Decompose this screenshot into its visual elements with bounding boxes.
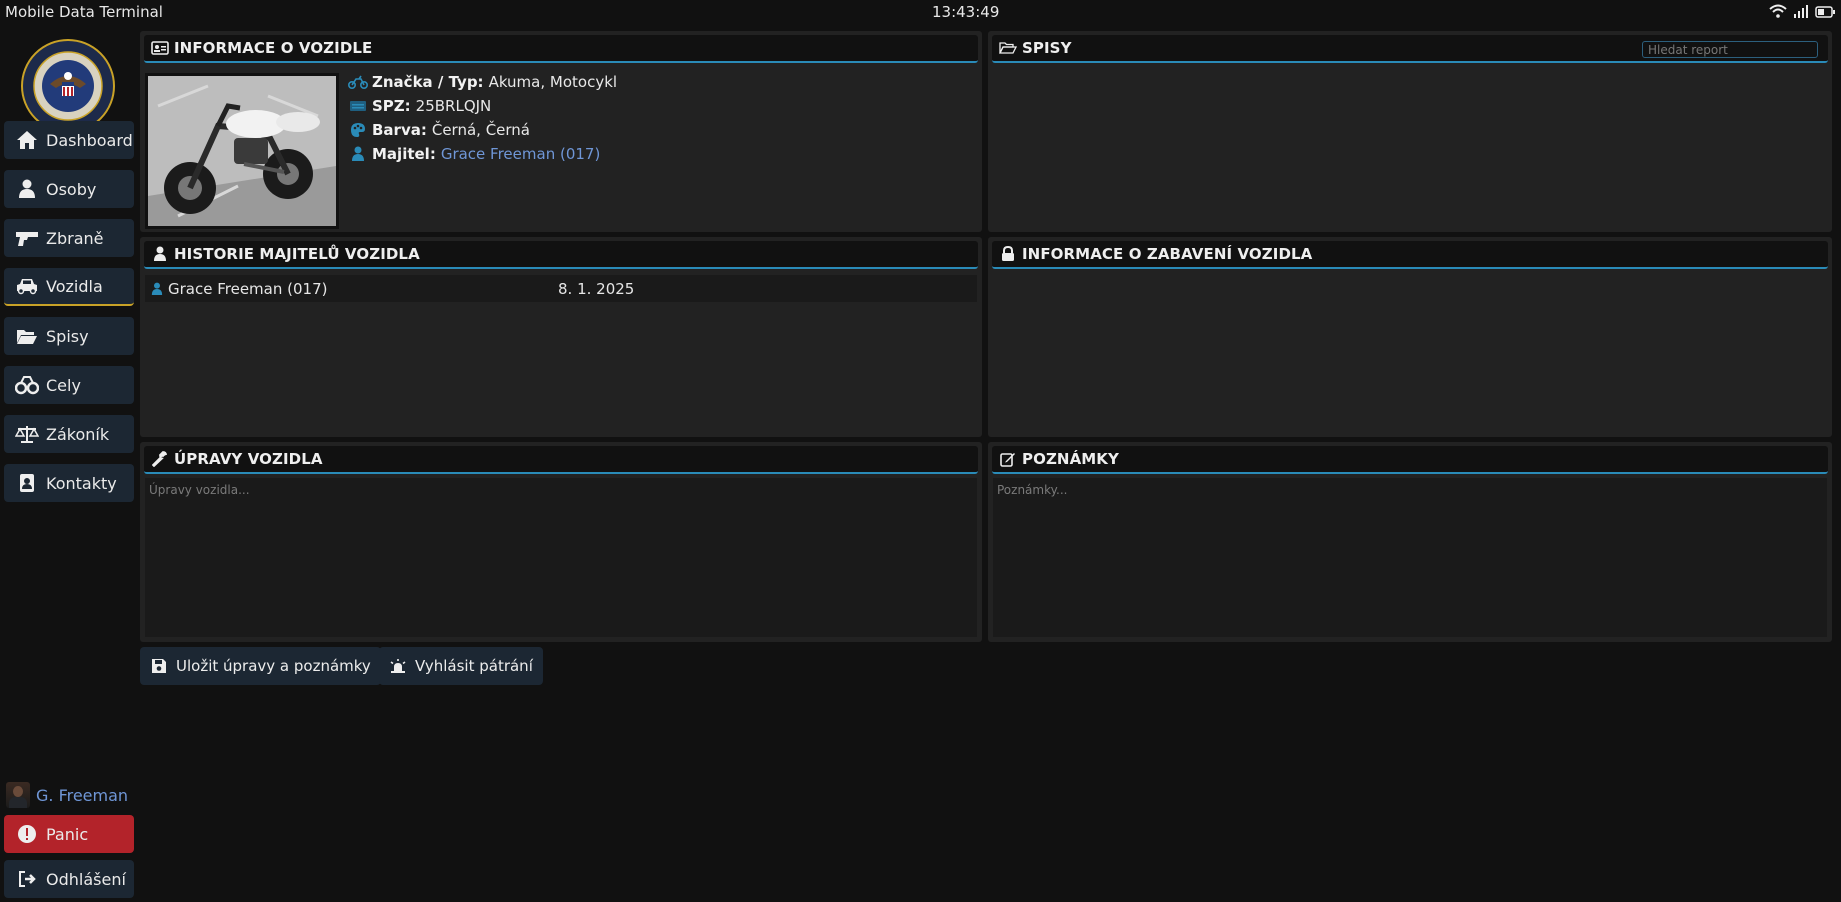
nav-label: Cely: [46, 375, 81, 395]
logout-button[interactable]: Odhlášení: [4, 860, 134, 898]
nav-label: Vozidla: [46, 276, 103, 296]
logout-label: Odhlášení: [46, 869, 126, 889]
info-value: Akuma, Motocykl: [488, 73, 618, 91]
vehicle-photo: [145, 73, 339, 229]
car-icon: [15, 274, 39, 298]
nav-label: Dashboard: [46, 130, 133, 150]
save-icon: [150, 657, 168, 675]
panel-title: INFORMACE O ZABAVENÍ VOZIDLA: [1022, 245, 1313, 263]
siren-icon: [389, 657, 407, 675]
nav-label: Zbraně: [46, 228, 104, 248]
contact-book-icon: [15, 471, 39, 495]
save-button[interactable]: Uložit úpravy a poznámky: [140, 647, 381, 685]
gun-icon: [15, 226, 39, 250]
app-title: Mobile Data Terminal: [5, 3, 163, 21]
nav-label: Spisy: [46, 326, 89, 346]
scale-icon: [15, 422, 39, 446]
nav-cely[interactable]: Cely: [4, 366, 134, 404]
nav-osoby[interactable]: Osoby: [4, 170, 134, 208]
current-user[interactable]: G. Freeman: [6, 782, 128, 808]
panic-button[interactable]: Panic: [4, 815, 134, 853]
alert-icon: [15, 822, 39, 846]
info-row-color: Barva: Černá, Černá: [348, 118, 617, 142]
wanted-label: Vyhlásit pátrání: [415, 657, 533, 675]
palette-icon: [348, 121, 368, 139]
impound-panel: INFORMACE O ZABAVENÍ VOZIDLA: [988, 237, 1832, 437]
nav-vozidla[interactable]: Vozidla: [4, 268, 134, 306]
info-label: Barva:: [372, 121, 427, 139]
panel-title: HISTORIE MAJITELŮ VOZIDLA: [174, 245, 420, 263]
signal-icon: [1793, 4, 1809, 22]
panel-header: INFORMACE O ZABAVENÍ VOZIDLA: [992, 241, 1828, 269]
person-icon: [148, 282, 166, 296]
modifications-textarea[interactable]: [145, 478, 977, 637]
edit-icon: [999, 450, 1017, 468]
nav-zbrane[interactable]: Zbraně: [4, 219, 134, 257]
person-icon: [348, 145, 368, 163]
info-value: Černá, Černá: [431, 121, 531, 139]
nav-label: Zákoník: [46, 424, 110, 444]
motorcycle-icon: [348, 73, 368, 91]
license-plate-icon: [348, 97, 368, 115]
panel-header: SPISY: [992, 35, 1828, 63]
reports-panel: SPISY: [988, 31, 1832, 232]
info-row-owner: Majitel: Grace Freeman (017): [348, 142, 617, 166]
owner-date: 8. 1. 2025: [558, 279, 635, 298]
panel-title: ÚPRAVY VOZIDLA: [174, 450, 323, 468]
person-icon: [15, 177, 39, 201]
battery-icon: [1815, 4, 1835, 22]
owner-name: Grace Freeman (017): [168, 279, 328, 298]
sidebar: Dashboard Osoby Zbraně Vozidla Spisy Cel…: [0, 32, 136, 902]
person-icon: [151, 245, 169, 263]
owner-link[interactable]: Grace Freeman (017): [441, 145, 600, 163]
modifications-panel: ÚPRAVY VOZIDLA: [140, 442, 982, 642]
info-row-make-type: Značka / Typ: Akuma, Motocykl: [348, 70, 617, 94]
lspd-logo: [20, 38, 116, 134]
owner-history-panel: HISTORIE MAJITELŮ VOZIDLA Grace Freeman …: [140, 237, 982, 437]
nav-label: Kontakty: [46, 473, 117, 493]
info-label: Majitel:: [372, 145, 436, 163]
table-row[interactable]: Grace Freeman (017) 8. 1. 2025: [145, 275, 977, 302]
clock: 13:43:49: [932, 3, 1000, 21]
panic-label: Panic: [46, 824, 89, 844]
folder-open-icon: [999, 39, 1017, 57]
wanted-button[interactable]: Vyhlásit pátrání: [379, 647, 543, 685]
save-label: Uložit úpravy a poznámky: [176, 657, 371, 675]
panel-title: SPISY: [1022, 39, 1072, 57]
home-icon: [15, 128, 39, 152]
vehicle-info-rows: Značka / Typ: Akuma, Motocykl SPZ: 25BRL…: [348, 70, 617, 166]
info-label: SPZ:: [372, 97, 411, 115]
info-label: Značka / Typ:: [372, 73, 484, 91]
lock-icon: [999, 245, 1017, 263]
info-row-plate: SPZ: 25BRLQJN: [348, 94, 617, 118]
logout-icon: [15, 867, 39, 891]
user-name: G. Freeman: [36, 785, 129, 805]
nav-label: Osoby: [46, 179, 97, 199]
avatar: [6, 782, 30, 808]
panel-header: ÚPRAVY VOZIDLA: [144, 446, 978, 474]
notes-textarea[interactable]: [993, 478, 1827, 637]
report-search-input[interactable]: [1642, 41, 1818, 58]
nav-spisy[interactable]: Spisy: [4, 317, 134, 355]
vehicle-info-panel: INFORMACE O VOZIDLE Značka / Typ: Akuma,…: [140, 31, 982, 232]
info-value: 25BRLQJN: [415, 97, 492, 115]
id-card-icon: [151, 39, 169, 57]
wrench-icon: [151, 450, 169, 468]
nav-kontakty[interactable]: Kontakty: [4, 464, 134, 502]
nav-dashboard[interactable]: Dashboard: [4, 121, 134, 159]
handcuffs-icon: [15, 373, 39, 397]
panel-title: INFORMACE O VOZIDLE: [174, 39, 373, 57]
folder-open-icon: [15, 324, 39, 348]
panel-title: POZNÁMKY: [1022, 450, 1119, 468]
panel-header: HISTORIE MAJITELŮ VOZIDLA: [144, 241, 978, 269]
status-bar: Mobile Data Terminal 13:43:49: [0, 0, 1841, 26]
notes-panel: POZNÁMKY: [988, 442, 1832, 642]
panel-header: POZNÁMKY: [992, 446, 1828, 474]
panel-header: INFORMACE O VOZIDLE: [144, 35, 978, 63]
system-tray: [1769, 4, 1835, 22]
wifi-icon: [1769, 4, 1787, 22]
nav-zakonik[interactable]: Zákoník: [4, 415, 134, 453]
